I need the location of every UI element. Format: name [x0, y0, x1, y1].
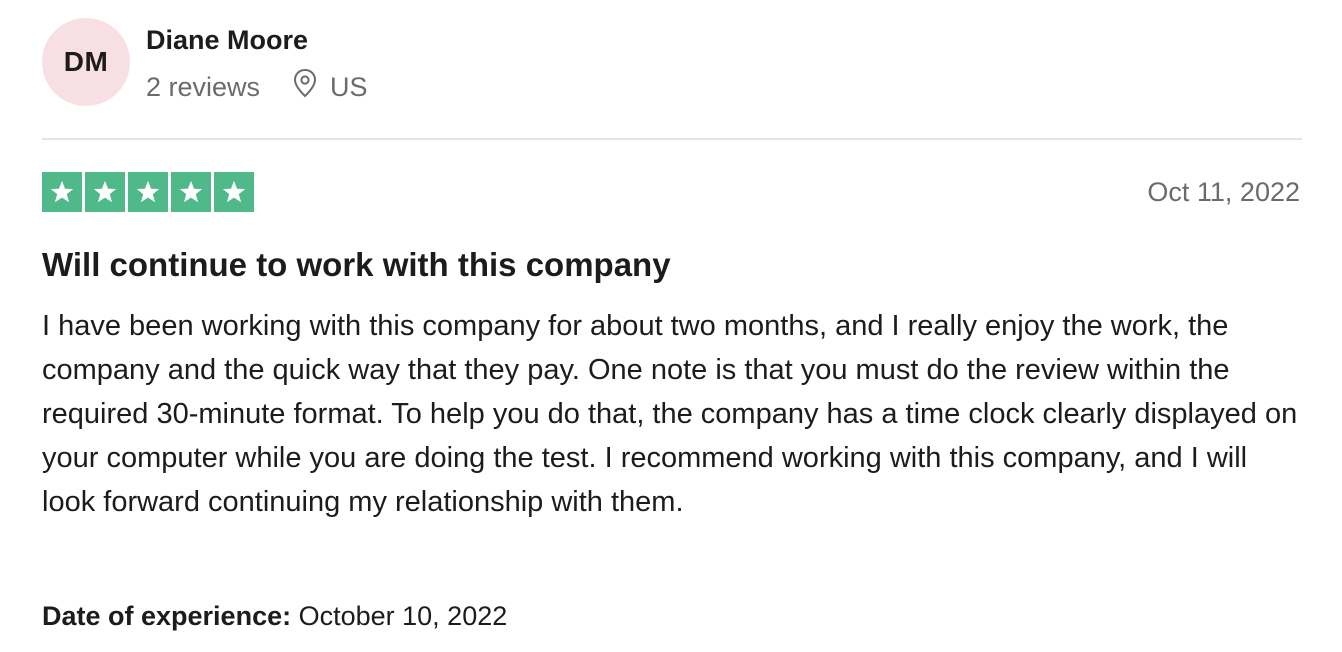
review-date: Oct 11, 2022 [1147, 177, 1300, 207]
star-rating [42, 172, 254, 212]
avatar[interactable]: DM [42, 18, 130, 106]
star-icon [42, 172, 82, 212]
date-of-experience: Date of experience: October 10, 2022 [42, 598, 507, 634]
review-title[interactable]: Will continue to work with this company [42, 245, 671, 285]
star-icon [171, 172, 211, 212]
review-count: 2 reviews [146, 71, 261, 102]
map-pin-icon [292, 68, 330, 105]
location-text: US [330, 71, 368, 102]
review-body: I have been working with this company fo… [42, 310, 1298, 518]
star-icon [128, 172, 168, 212]
reviewer-meta: 2 reviews US [146, 68, 368, 105]
reviewer-name[interactable]: Diane Moore [146, 24, 368, 56]
experience-date: October 10, 2022 [298, 601, 508, 631]
avatar-initials: DM [63, 46, 109, 77]
reviewer-location: US [292, 68, 368, 105]
star-icon [214, 172, 254, 212]
reviewer-header: DM Diane Moore 2 reviews US [42, 18, 368, 106]
experience-label: Date of experience: [42, 601, 299, 631]
star-icon [85, 172, 125, 212]
review-card: DM Diane Moore 2 reviews US Oct 11, 2022… [0, 0, 1342, 652]
divider [42, 138, 1302, 140]
reviewer-info: Diane Moore 2 reviews US [146, 18, 368, 105]
